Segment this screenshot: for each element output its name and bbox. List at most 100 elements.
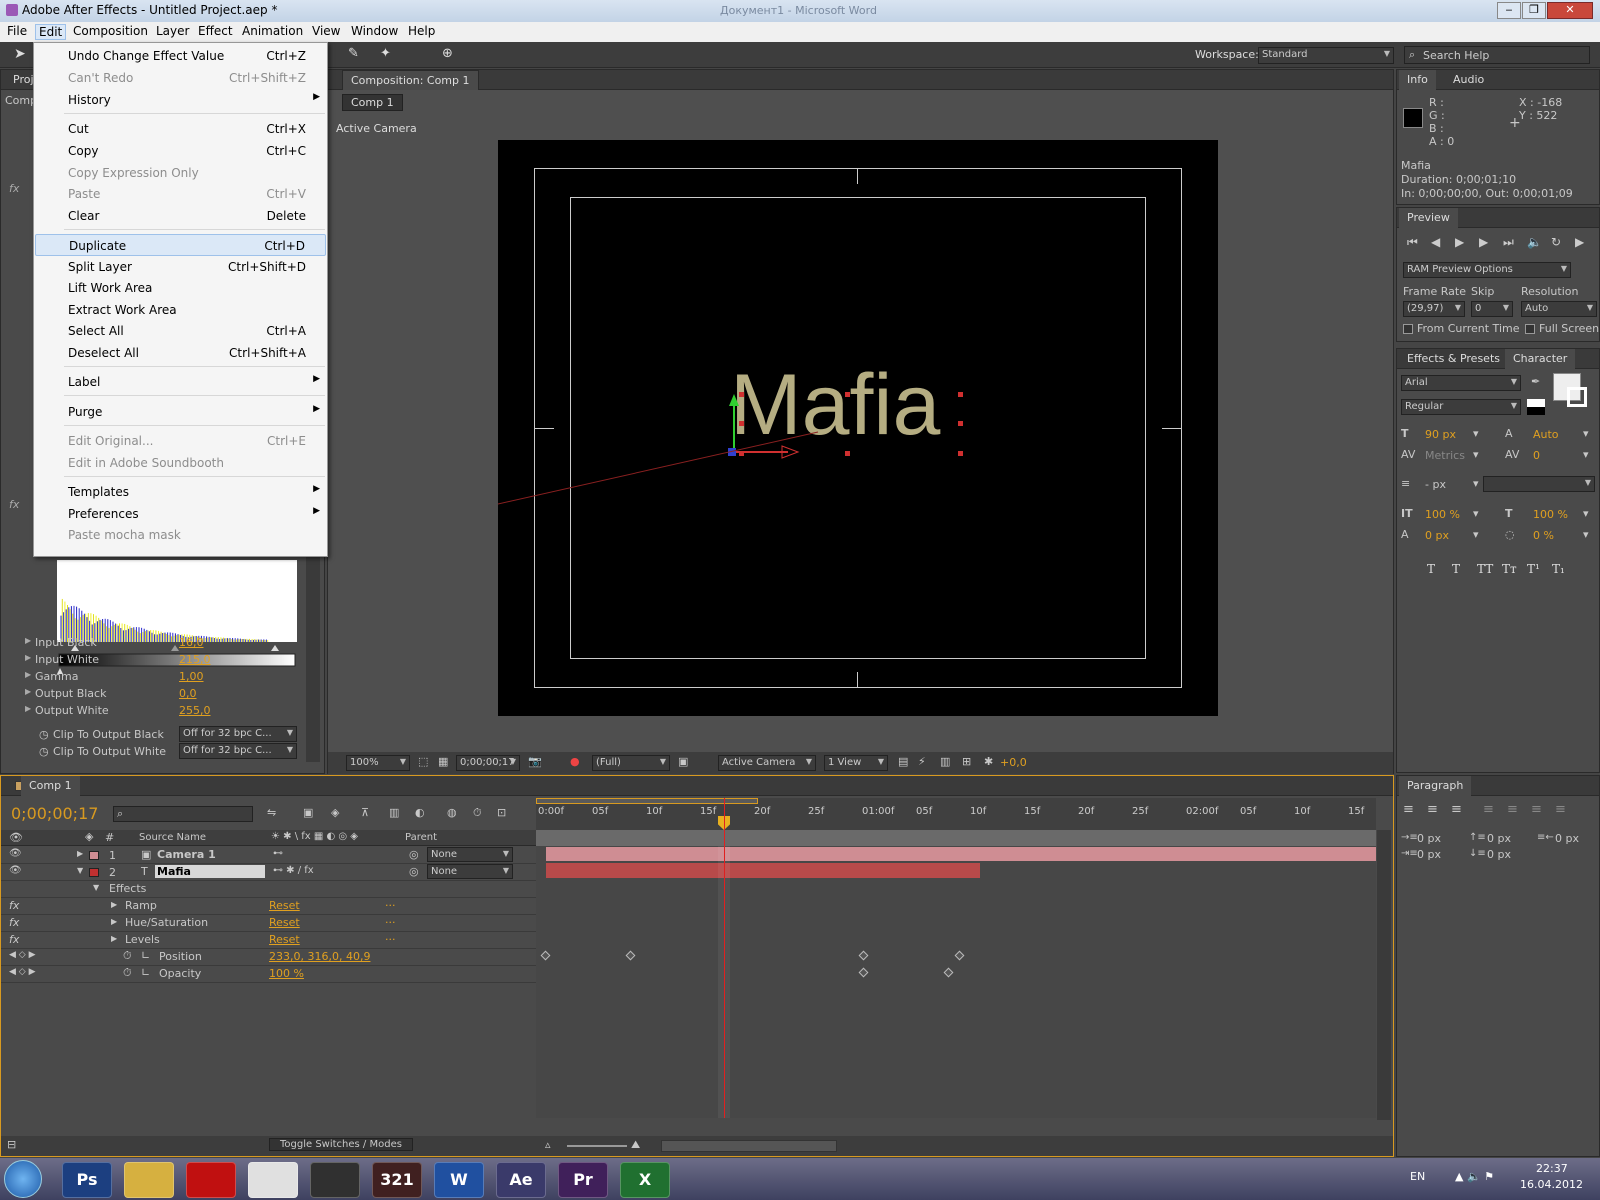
current-time-indicator[interactable] xyxy=(724,798,725,1118)
maximize-button[interactable]: ❐ xyxy=(1522,2,1546,19)
current-time-field[interactable]: 0;00;00;17 xyxy=(456,755,520,771)
pickwhip-icon[interactable]: ◎ xyxy=(409,848,419,861)
align-right-icon[interactable]: ≡ xyxy=(1451,802,1462,817)
align-center-icon[interactable]: ≡ xyxy=(1427,802,1438,817)
flowchart-icon[interactable]: ⊞ xyxy=(962,755,971,768)
zoom-out-icon[interactable]: ▵ xyxy=(545,1138,551,1151)
edit-menu-item-cut[interactable]: Cut Ctrl+X xyxy=(35,118,326,140)
effect-row[interactable]: fx ▶ Ramp Reset... xyxy=(1,896,536,915)
fx-icon[interactable]: fx xyxy=(9,899,19,912)
levels-param-value[interactable]: 16,0 xyxy=(179,636,204,649)
menu-view[interactable]: View xyxy=(309,24,343,38)
char-style-button-3[interactable]: TT xyxy=(1477,562,1493,576)
keyframe-navigator-icon[interactable]: ◀ ◇ ▶ xyxy=(9,950,36,960)
parent-dropdown[interactable]: None xyxy=(427,864,513,879)
layer-switches[interactable]: ⊷ ✱ / fx xyxy=(273,865,314,876)
effect-options-link[interactable]: ... xyxy=(385,896,396,909)
indent-left-value[interactable]: 0 px xyxy=(1417,832,1441,845)
effect-row[interactable]: fx ▶ Hue/Saturation Reset... xyxy=(1,913,536,932)
skip-dropdown[interactable]: 0 xyxy=(1471,301,1513,317)
camera-dropdown[interactable]: Active Camera xyxy=(718,755,816,771)
clock-date[interactable]: 16.04.2012 xyxy=(1520,1178,1583,1191)
axis-icon[interactable]: ⊕ xyxy=(442,46,453,61)
zoom-slider[interactable] xyxy=(567,1145,627,1147)
toggle-mask-icon[interactable]: ▣ xyxy=(678,755,688,768)
indent-right-value[interactable]: 0 px xyxy=(1555,832,1579,845)
menu-layer[interactable]: Layer xyxy=(153,24,192,38)
char-style-button-6[interactable]: T₁ xyxy=(1552,562,1565,576)
current-timecode[interactable]: 0;00;00;17 xyxy=(11,804,98,823)
visibility-eye-icon[interactable]: 👁 xyxy=(9,848,22,859)
time-ruler[interactable]: 0:00f 05f 10f 15f 20f 25f 01:00f 05f 10f 15f 20f 25… xyxy=(536,798,1376,846)
space-after-value[interactable]: 0 px xyxy=(1487,848,1511,861)
mafia-layer-bar[interactable] xyxy=(546,863,980,878)
source-name-header[interactable]: Source Name xyxy=(139,832,206,843)
ram-preview-icon[interactable]: ▶ xyxy=(1575,235,1584,249)
edit-menu-item-paste-mocha-mask[interactable]: Paste mocha mask xyxy=(35,524,326,546)
tab-paragraph[interactable]: Paragraph xyxy=(1399,776,1472,796)
menu-help[interactable]: Help xyxy=(405,24,438,38)
language-indicator[interactable]: EN xyxy=(1410,1170,1425,1183)
taskbar-excel-icon[interactable]: X xyxy=(620,1162,670,1198)
first-line-indent-value[interactable]: 0 px xyxy=(1417,848,1441,861)
align-left-icon[interactable]: ≡ xyxy=(1403,802,1414,817)
edit-menu-item-duplicate[interactable]: Duplicate Ctrl+D xyxy=(35,234,326,256)
fast-preview-icon[interactable]: ⚡ xyxy=(918,755,926,768)
font-style-dropdown[interactable]: Regular xyxy=(1401,399,1521,415)
tab-composition[interactable]: Composition: Comp 1 xyxy=(342,70,479,90)
tracking-value[interactable]: 0 xyxy=(1533,449,1540,462)
taskbar-after-effects-icon[interactable]: Ae xyxy=(496,1162,546,1198)
fx-icon[interactable]: fx xyxy=(9,916,19,929)
edit-menu-item-extract-work-area[interactable]: Extract Work Area xyxy=(35,299,326,321)
expand-triangle-icon[interactable]: ▶ xyxy=(111,934,117,943)
expand-panes-icon[interactable]: ⊟ xyxy=(7,1138,16,1151)
eyedropper-icon[interactable]: ✒ xyxy=(1531,375,1540,388)
workspace-dropdown[interactable]: Standard xyxy=(1258,47,1394,64)
layer-switches[interactable]: ⊷ xyxy=(273,848,283,859)
timeline-search-field[interactable]: ⌕ xyxy=(113,806,253,822)
edit-menu-item-edit-original[interactable]: Edit Original... Ctrl+E xyxy=(35,430,326,452)
expand-triangle-icon[interactable]: ▼ xyxy=(93,883,99,892)
fx-icon[interactable]: fx xyxy=(9,933,19,946)
layer-name[interactable]: Camera 1 xyxy=(155,848,218,861)
tab-timeline-comp[interactable]: Comp 1 xyxy=(21,776,80,796)
font-family-dropdown[interactable]: Arial xyxy=(1401,375,1521,391)
next-frame-icon[interactable]: ▶ xyxy=(1479,235,1488,249)
effect-reset-link[interactable]: Reset xyxy=(269,933,300,946)
pickwhip-icon[interactable]: ◎ xyxy=(409,865,419,878)
justify-center-icon[interactable]: ≡ xyxy=(1507,802,1518,817)
clip-black-stopwatch-icon[interactable]: ◷ xyxy=(39,728,49,741)
levels-param-value[interactable]: 255,0 xyxy=(179,704,211,717)
graph-icon[interactable]: ⊡ xyxy=(497,806,506,819)
tab-effects-presets[interactable]: Effects & Presets xyxy=(1399,349,1508,369)
comp-1-breadcrumb[interactable]: Comp 1 xyxy=(342,94,403,111)
edit-menu-item-label[interactable]: Label ▶ xyxy=(35,371,326,393)
edit-menu-item-select-all[interactable]: Select All Ctrl+A xyxy=(35,320,326,342)
char-style-button-5[interactable]: T¹ xyxy=(1527,562,1540,576)
view-layout-dropdown[interactable]: 1 View xyxy=(824,755,888,771)
expand-triangle-icon[interactable]: ▼ xyxy=(77,866,83,875)
search-help-field[interactable]: ⌕ Search Help xyxy=(1404,46,1590,64)
justify-left-icon[interactable]: ≡ xyxy=(1483,802,1494,817)
keyframe-marker[interactable] xyxy=(943,967,954,978)
table-row[interactable]: 👁 ▼ 2 T Mafia ⊷ ✱ / fx ◎ None xyxy=(1,864,536,881)
resolution-dropdown-preview[interactable]: Auto xyxy=(1521,301,1597,317)
start-button[interactable] xyxy=(4,1160,42,1198)
font-size-value[interactable]: 90 px xyxy=(1425,428,1456,441)
opacity-value[interactable]: 100 % xyxy=(269,967,304,980)
effect-reset-link[interactable]: Reset xyxy=(269,899,300,912)
tab-info[interactable]: Info xyxy=(1399,70,1436,90)
edit-menu-item-edit-in-adobe-soundbooth[interactable]: Edit in Adobe Soundbooth xyxy=(35,452,326,474)
effect-options-link[interactable]: ... xyxy=(385,913,396,926)
edit-menu-item-copy-expression-only[interactable]: Copy Expression Only xyxy=(35,162,326,184)
first-frame-icon[interactable]: ⏮ xyxy=(1407,235,1418,250)
expand-triangle-icon[interactable]: ▶ xyxy=(25,670,31,679)
space-before-value[interactable]: 0 px xyxy=(1487,832,1511,845)
parent-header[interactable]: Parent xyxy=(405,832,437,843)
edit-menu-item-can-t-redo[interactable]: Can't Redo Ctrl+Shift+Z xyxy=(35,67,326,89)
position-value[interactable]: 233,0, 316,0, 40,9 xyxy=(269,950,370,963)
layer-label-color[interactable] xyxy=(89,868,99,877)
composition-mini-flowchart-icon[interactable]: ⇋ xyxy=(267,806,276,819)
selection-tool-icon[interactable]: ➤ xyxy=(14,46,26,62)
baseline-shift-value[interactable]: 0 px xyxy=(1425,529,1449,542)
